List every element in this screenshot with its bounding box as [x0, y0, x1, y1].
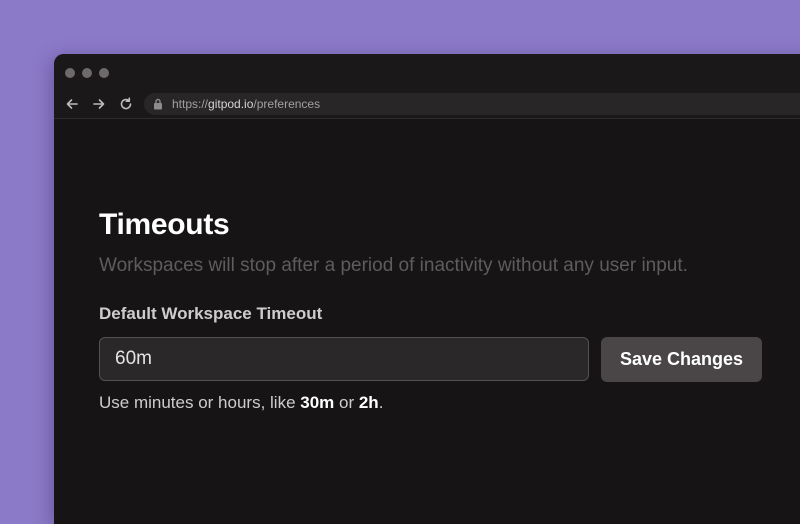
- arrow-left-icon: [66, 99, 78, 109]
- section-title: Timeouts: [99, 208, 230, 241]
- reload-icon: [120, 97, 132, 110]
- timeout-input[interactable]: [99, 337, 589, 381]
- hint-or: or: [334, 393, 359, 412]
- hint-suffix: .: [378, 393, 384, 412]
- url-scheme: https://: [172, 97, 209, 111]
- title-bar: [54, 54, 800, 92]
- back-button[interactable]: [63, 95, 81, 113]
- url-path: /preferences: [253, 97, 321, 111]
- window-minimize-dot[interactable]: [82, 68, 92, 78]
- save-changes-button[interactable]: Save Changes: [601, 337, 762, 382]
- reload-button[interactable]: [117, 95, 135, 113]
- window-maximize-dot[interactable]: [99, 68, 109, 78]
- hint-example-hours: 2h: [358, 393, 379, 412]
- section-description: Workspaces will stop after a period of i…: [99, 255, 688, 276]
- lock-icon: [154, 98, 162, 110]
- browser-window: https://gitpod.io/preferences Timeouts W…: [54, 54, 800, 524]
- url-host: gitpod.io: [208, 97, 254, 111]
- timeout-field-label: Default Workspace Timeout: [99, 304, 323, 323]
- window-close-dot[interactable]: [65, 68, 75, 78]
- forward-button[interactable]: [90, 95, 108, 113]
- browser-toolbar: https://gitpod.io/preferences: [54, 92, 800, 119]
- timeout-hint: Use minutes or hours, like 30m or 2h.: [99, 393, 383, 413]
- url-text: https://gitpod.io/preferences: [172, 97, 320, 111]
- address-bar[interactable]: https://gitpod.io/preferences: [144, 93, 800, 115]
- hint-example-minutes: 30m: [300, 393, 335, 412]
- hint-prefix: Use minutes or hours, like: [99, 393, 301, 412]
- arrow-right-icon: [93, 99, 105, 109]
